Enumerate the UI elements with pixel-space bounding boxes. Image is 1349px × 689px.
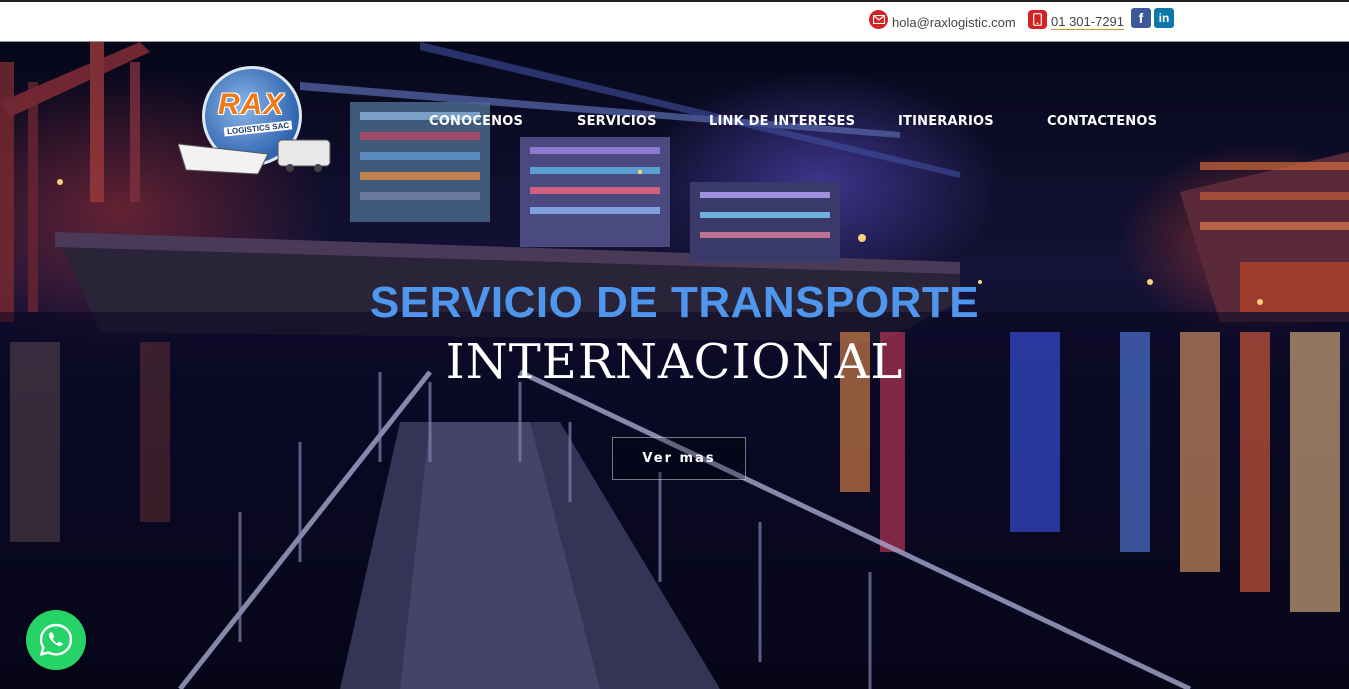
nav-contactenos[interactable]: CONTACTENOS — [1047, 114, 1157, 129]
whatsapp-button[interactable] — [26, 610, 86, 670]
envelope-icon — [869, 9, 888, 29]
nav-link-de-intereses[interactable]: LINK DE INTERESES — [709, 114, 855, 129]
hero-headline-line2: INTERNACIONAL — [445, 334, 904, 390]
main-navigation: CONOCENOS SERVICIOS LINK DE INTERESES IT… — [0, 114, 1349, 136]
whatsapp-icon — [39, 623, 73, 657]
phone-link[interactable]: 01 301-7291 — [1051, 14, 1125, 30]
hero-headline-line1: SERVICIO DE TRANSPORTE — [369, 278, 980, 327]
nav-servicios[interactable]: SERVICIOS — [577, 114, 657, 129]
top-contact-bar: hola@raxlogistic.com 01 301-7291 f in — [0, 0, 1349, 42]
nav-conocenos[interactable]: CONOCENOS — [429, 114, 523, 129]
linkedin-icon[interactable]: in — [1154, 8, 1174, 28]
ver-mas-button[interactable]: Ver mas — [612, 437, 746, 480]
hero-banner: RAX LOGISTICS SAC CONOCENOS SERVICIOS LI… — [0, 42, 1349, 689]
nav-itinerarios[interactable]: ITINERARIOS — [898, 114, 994, 129]
mobile-phone-icon — [1028, 9, 1047, 29]
ship-truck-graphic — [178, 139, 331, 175]
email-link[interactable]: hola@raxlogistic.com — [892, 15, 1016, 30]
phone-contact[interactable]: 01 301-7291 — [1028, 8, 1125, 30]
email-contact[interactable]: hola@raxlogistic.com — [869, 8, 1016, 30]
facebook-icon[interactable]: f — [1131, 8, 1151, 28]
